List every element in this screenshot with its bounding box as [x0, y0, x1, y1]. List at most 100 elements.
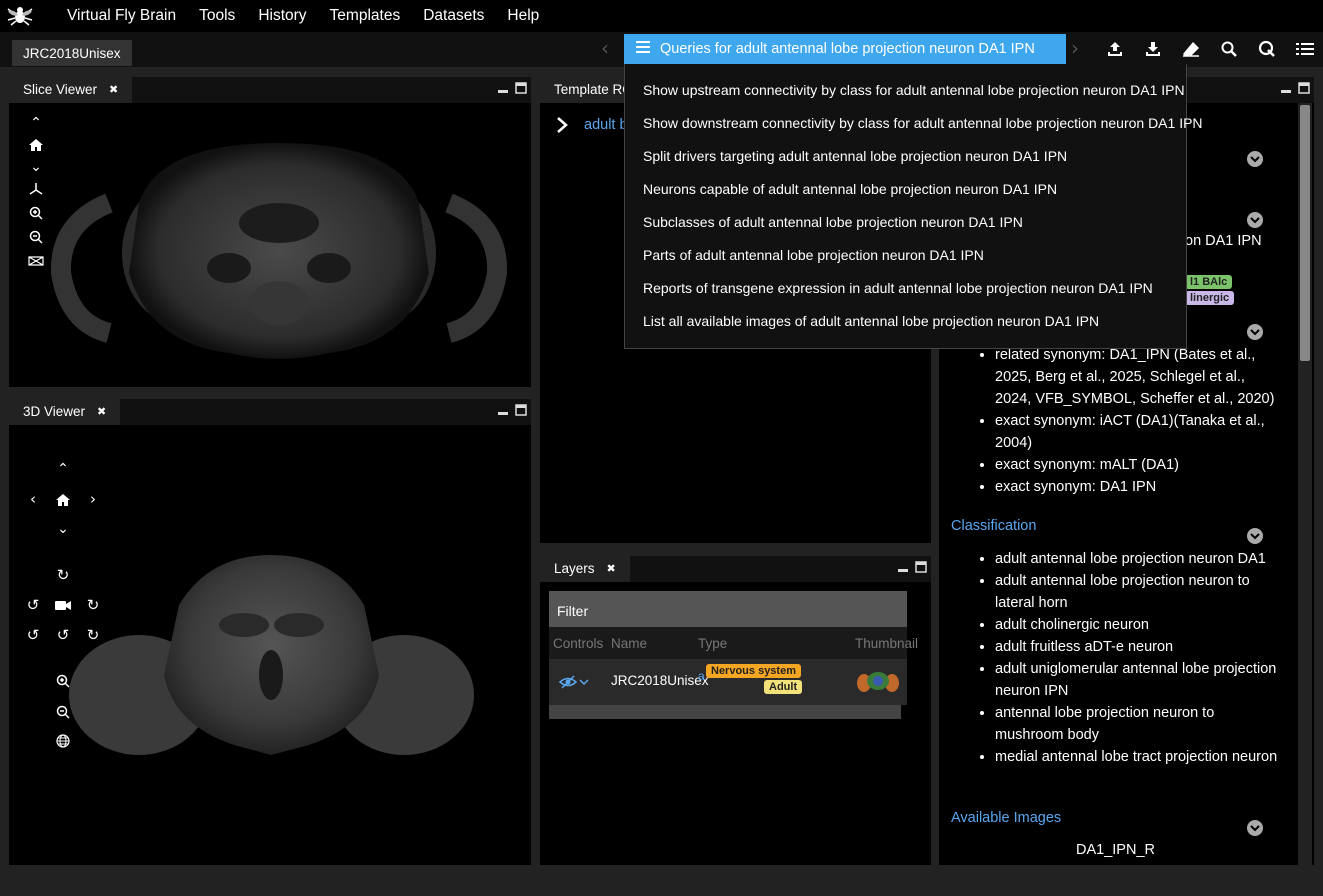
close-icon[interactable]: ✖ [109, 77, 118, 103]
brain-slice-image[interactable] [9, 103, 531, 387]
eraser-icon[interactable] [1172, 34, 1210, 64]
minimize-icon[interactable] [497, 82, 509, 94]
layer-type-link[interactable]: a [698, 669, 705, 683]
template-tab[interactable]: JRC2018Unisex [12, 40, 132, 66]
query-item-split-drivers[interactable]: Split drivers targeting adult antennal l… [643, 148, 1067, 164]
pan-up-icon[interactable]: ⌃ [55, 461, 71, 477]
classification-title[interactable]: Classification [951, 518, 1036, 534]
image-name[interactable]: DA1_IPN_R [1076, 842, 1155, 858]
home-icon[interactable] [55, 492, 71, 508]
hamburger-icon[interactable] [636, 41, 650, 57]
slice-viewer-header: Slice Viewer ✖ [9, 77, 531, 103]
zoom-out-icon[interactable] [55, 704, 71, 720]
list-item[interactable]: antennal lobe projection neuron to mushr… [995, 702, 1285, 746]
list-icon[interactable] [1286, 34, 1323, 64]
3d-viewer-title: 3D Viewer [23, 404, 86, 419]
chevron-down-icon[interactable] [1247, 212, 1263, 228]
zoom-out-icon[interactable] [28, 229, 44, 245]
rotate-icon[interactable]: ↻ [55, 566, 71, 584]
camera-icon[interactable] [55, 597, 71, 613]
rotate-right-icon[interactable]: ↻ [85, 596, 101, 614]
axes-icon[interactable] [28, 181, 44, 197]
maximize-icon[interactable] [515, 82, 527, 94]
minimize-icon[interactable] [1280, 82, 1292, 94]
queries-title: Queries for adult antennal lobe projecti… [660, 41, 1035, 57]
fly-logo-icon[interactable] [0, 0, 40, 32]
rotate-down-left-icon[interactable]: ↺ [25, 626, 41, 644]
chevron-right-icon[interactable] [556, 117, 568, 137]
upload-icon[interactable] [1096, 34, 1134, 64]
classification-list: adult antennal lobe projection neuron DA… [995, 548, 1285, 768]
list-item[interactable]: adult fruitless aDT-e neuron [995, 636, 1285, 658]
rotate-left-icon[interactable]: ↺ [25, 596, 41, 614]
term-name-partial: on DA1 IPN [1185, 233, 1262, 249]
query-item-downstream[interactable]: Show downstream connectivity by class fo… [643, 115, 1203, 131]
3d-viewer-tab[interactable]: 3D Viewer ✖ [9, 399, 121, 425]
pan-up-icon[interactable]: ⌃ [28, 115, 44, 131]
horizontal-scrollbar[interactable] [549, 705, 901, 719]
minimize-icon[interactable] [497, 404, 509, 416]
maximize-icon[interactable] [515, 404, 527, 416]
minimize-icon[interactable] [897, 561, 909, 573]
search-icon[interactable] [1210, 34, 1248, 64]
queries-menu: Show upstream connectivity by class for … [624, 64, 1203, 349]
pan-down-icon[interactable]: ⌄ [55, 521, 71, 537]
zoom-in-icon[interactable] [55, 673, 71, 689]
query-item-subclasses[interactable]: Subclasses of adult antennal lobe projec… [643, 214, 1023, 230]
download-icon[interactable] [1134, 34, 1172, 64]
menu-templates[interactable]: Templates [330, 7, 401, 25]
queries-dropdown-header[interactable]: Queries for adult antennal lobe projecti… [624, 34, 1066, 64]
scrollbar-thumb[interactable] [1300, 105, 1310, 361]
nav-forward-icon[interactable]: › [1071, 36, 1079, 60]
list-item[interactable]: adult antennal lobe projection neuron DA… [995, 548, 1285, 570]
query-item-parts[interactable]: Parts of adult antennal lobe projection … [643, 247, 984, 263]
slice-viewer-panel: Slice Viewer ✖ ⌃ ⌄ [9, 77, 531, 387]
filter-input[interactable]: Filter [549, 591, 907, 627]
slice-toggle-icon[interactable] [28, 253, 44, 269]
nav-back-icon[interactable]: ‹ [601, 36, 609, 60]
rotate-down-icon[interactable]: ↺ [55, 626, 71, 644]
pan-down-icon[interactable]: ⌄ [28, 159, 44, 175]
globe-icon[interactable] [55, 733, 71, 749]
tree-item[interactable]: adult b [584, 117, 628, 133]
close-icon[interactable]: ✖ [97, 399, 106, 425]
menu-history[interactable]: History [258, 7, 306, 25]
query-item-neurons-capable[interactable]: Neurons capable of adult antennal lobe p… [643, 181, 1057, 197]
menu-tools[interactable]: Tools [199, 7, 235, 25]
table-row[interactable]: JRC2018Unisex a Nervous system Adult [549, 659, 907, 705]
chevron-down-icon[interactable] [1247, 151, 1263, 167]
rotate-down-right-icon[interactable]: ↻ [85, 626, 101, 644]
column-thumbnail: Thumbnail [855, 636, 919, 651]
chevron-down-icon[interactable] [1247, 528, 1263, 544]
menu-datasets[interactable]: Datasets [423, 7, 484, 25]
slice-viewer-tab[interactable]: Slice Viewer ✖ [9, 77, 133, 103]
zoom-in-icon[interactable] [28, 205, 44, 221]
visibility-icon[interactable] [558, 674, 589, 693]
query-icon[interactable] [1248, 34, 1286, 64]
query-item-upstream[interactable]: Show upstream connectivity by class for … [643, 82, 1185, 98]
chevron-down-icon[interactable] [1247, 820, 1263, 836]
menu-help[interactable]: Help [507, 7, 539, 25]
pan-left-icon[interactable]: ‹ [25, 490, 41, 508]
list-item[interactable]: adult antennal lobe projection neuron to… [995, 570, 1285, 614]
maximize-icon[interactable] [915, 561, 927, 573]
chevron-down-icon[interactable] [1247, 324, 1263, 340]
query-item-transgene[interactable]: Reports of transgene expression in adult… [643, 280, 1153, 296]
slice-viewer-title: Slice Viewer [23, 82, 98, 97]
template-roi-title: Template RO [554, 82, 633, 97]
list-item[interactable]: adult uniglomerular antennal lobe projec… [995, 658, 1285, 702]
tag-partial-1: l1 BAlc [1185, 275, 1233, 289]
list-item: exact synonym: DA1 IPN [995, 476, 1285, 498]
menu-virtual-fly-brain[interactable]: Virtual Fly Brain [67, 7, 176, 25]
layers-tab[interactable]: Layers ✖ [540, 556, 630, 582]
layer-name: JRC2018Unisex [611, 673, 709, 688]
query-item-images[interactable]: List all available images of adult anten… [643, 313, 1099, 329]
list-item[interactable]: adult cholinergic neuron [995, 614, 1285, 636]
home-icon[interactable] [28, 137, 44, 153]
pan-right-icon[interactable]: › [85, 490, 101, 508]
close-icon[interactable]: ✖ [607, 556, 616, 582]
list-item[interactable]: medial antennal lobe tract projection ne… [995, 746, 1285, 768]
maximize-icon[interactable] [1298, 82, 1310, 94]
tag-nervous-system: Nervous system [706, 664, 801, 678]
available-images-title[interactable]: Available Images [951, 810, 1061, 826]
